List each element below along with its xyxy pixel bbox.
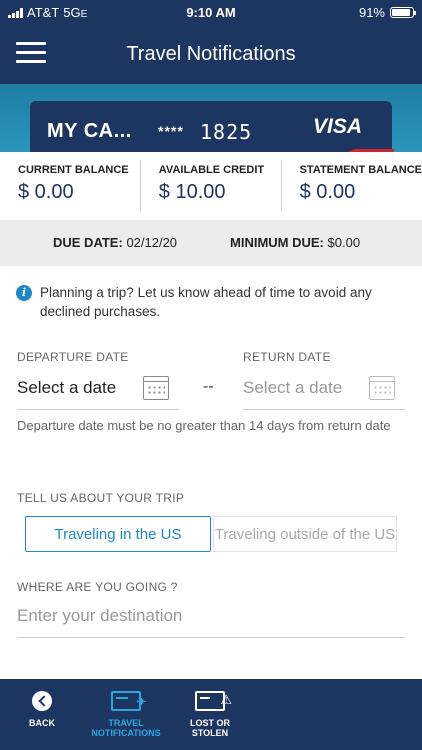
- status-right: 91%: [358, 5, 416, 20]
- bottom-nav: BACK ✈ TRAVEL NOTIFICATIONS ⚠ LOST OR ST…: [0, 679, 422, 750]
- destination-field: [17, 600, 405, 638]
- nav-label: BACK: [29, 718, 55, 728]
- back-icon: [32, 691, 52, 711]
- balance-label: CURRENT BALANCE: [18, 164, 129, 176]
- battery-icon: [390, 7, 416, 18]
- destination-label: WHERE ARE YOU GOING ?: [17, 580, 178, 594]
- minimum-due-label: MINIMUM DUE:: [230, 235, 324, 250]
- app-header: Travel Notifications: [0, 26, 422, 84]
- info-text: Planning a trip? Let us know ahead of ti…: [40, 285, 372, 319]
- info-message: i Planning a trip? Let us know ahead of …: [16, 283, 406, 321]
- page-title: Travel Notifications: [126, 43, 296, 65]
- visa-logo: VISA: [312, 115, 362, 138]
- current-balance: CURRENT BALANCE $ 0.00: [0, 160, 141, 210]
- minimum-due-value: $0.00: [327, 235, 361, 250]
- return-date-field[interactable]: Select a date: [243, 370, 405, 410]
- status-bar: AT&T 5GE 9:10 AM 91%: [0, 0, 422, 26]
- nav-label: LOST OR: [190, 718, 230, 728]
- calendar-icon[interactable]: [369, 376, 395, 400]
- departure-date-value: Select a date: [17, 378, 117, 397]
- available-credit: AVAILABLE CREDIT $ 10.00: [141, 160, 282, 210]
- balance-label: AVAILABLE CREDIT: [158, 164, 265, 176]
- statement-balance: STATEMENT BALANCE $ 0.00: [282, 160, 422, 210]
- balance-value: $ 0.00: [18, 181, 74, 203]
- balance-value: $ 0.00: [299, 181, 356, 203]
- due-date-value: 02/12/20: [126, 235, 178, 250]
- trip-label: TELL US ABOUT YOUR TRIP: [17, 491, 185, 505]
- return-date-label: RETURN DATE: [243, 350, 331, 364]
- return-date-value: Select a date: [243, 378, 343, 397]
- travel-card-icon: ✈: [111, 691, 147, 711]
- credit-card[interactable]: MY CA... **** 1825 VISA: [30, 101, 395, 152]
- card-name: MY CA...: [47, 120, 132, 142]
- date-separator: --: [203, 378, 214, 395]
- nav-lost-or-stolen[interactable]: ⚠ LOST OR STOLEN: [170, 689, 250, 738]
- due-bar: DUE DATE: 02/12/20 MINIMUM DUE: $0.00: [0, 220, 422, 266]
- card-area: MY CA... **** 1825 VISA: [0, 84, 422, 152]
- nav-label: TRAVEL: [108, 718, 144, 728]
- toggle-traveling-outside-us[interactable]: Traveling outside of the US: [213, 516, 397, 552]
- due-date: DUE DATE: 02/12/20: [53, 235, 177, 250]
- nav-label: STOLEN: [191, 728, 229, 738]
- destination-input[interactable]: [17, 600, 405, 626]
- calendar-icon[interactable]: [143, 376, 169, 400]
- toggle-traveling-us[interactable]: Traveling in the US: [25, 516, 211, 552]
- minimum-due: MINIMUM DUE: $0.00: [230, 235, 360, 250]
- card-masked: ****: [158, 123, 184, 139]
- balance-label: STATEMENT BALANCE: [299, 164, 422, 176]
- due-date-label: DUE DATE:: [53, 235, 123, 250]
- date-hint: Departure date must be no greater than 1…: [17, 418, 391, 433]
- battery-fill: [392, 9, 410, 16]
- departure-date-field[interactable]: Select a date: [17, 370, 179, 410]
- card-last4: 1825: [200, 120, 253, 144]
- nav-label: NOTIFICATIONS: [91, 728, 161, 738]
- nav-back[interactable]: BACK: [2, 689, 82, 728]
- balance-value: $ 10.00: [158, 181, 226, 203]
- balances-row: CURRENT BALANCE $ 0.00 AVAILABLE CREDIT …: [0, 152, 422, 220]
- lost-card-icon: ⚠: [195, 691, 232, 711]
- info-icon: i: [16, 285, 32, 301]
- nav-travel-notifications[interactable]: ✈ TRAVEL NOTIFICATIONS: [86, 689, 166, 738]
- battery-percent: 91%: [358, 5, 385, 20]
- departure-date-label: DEPARTURE DATE: [17, 350, 129, 364]
